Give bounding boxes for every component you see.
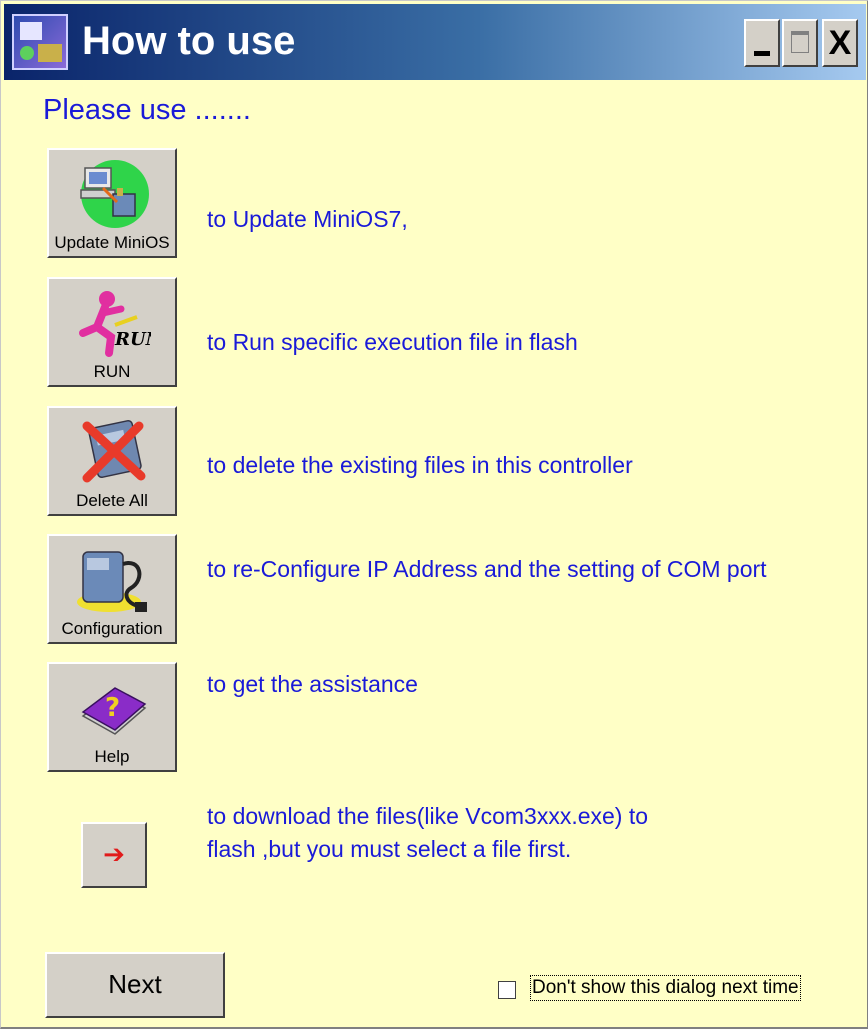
close-icon: X: [828, 24, 852, 62]
help-label: Help: [94, 747, 130, 766]
app-icon[interactable]: [12, 14, 68, 70]
help-button[interactable]: ? Help: [47, 662, 177, 772]
help-book-icon: ?: [81, 687, 147, 735]
download-description-line2: flash ,but you must select a file first.: [207, 836, 572, 862]
maximize-button[interactable]: [782, 19, 818, 67]
update-minios-description: to Update MiniOS7,: [207, 206, 408, 232]
delete-all-label: Delete All: [76, 491, 148, 510]
run-icon: RUN: [79, 291, 151, 357]
next-button[interactable]: Next: [45, 952, 225, 1018]
delete-all-icon: [82, 419, 146, 483]
download-description-line1: to download the files(like Vcom3xxx.exe)…: [207, 803, 649, 829]
download-arrow-button[interactable]: ➔: [81, 822, 147, 888]
delete-all-description: to delete the existing files in this con…: [207, 452, 633, 478]
run-button[interactable]: RUN RUN: [47, 277, 177, 387]
minimize-icon: [754, 51, 770, 56]
configuration-icon: [77, 551, 147, 612]
run-description: to Run specific execution file in flash: [207, 329, 578, 355]
maximize-icon: [791, 31, 809, 53]
window-title: How to use: [82, 19, 296, 63]
close-button[interactable]: X: [822, 19, 858, 67]
svg-text:RUN: RUN: [114, 329, 151, 350]
instructions-heading: Please use .......: [43, 94, 251, 126]
update-minios-button[interactable]: Update MiniOS: [47, 148, 177, 258]
update-minios-icon: [80, 160, 149, 228]
dont-show-label[interactable]: Don't show this dialog next time: [530, 975, 801, 1001]
title-bar[interactable]: How to use X: [4, 4, 866, 80]
configuration-label: Configuration: [61, 619, 163, 638]
help-description: to get the assistance: [207, 671, 418, 697]
configuration-button[interactable]: Configuration: [47, 534, 177, 644]
update-minios-label: Update MiniOS: [54, 233, 170, 252]
delete-all-button[interactable]: Delete All: [47, 406, 177, 516]
configuration-description: to re-Configure IP Address and the setti…: [207, 556, 767, 582]
how-to-use-dialog: How to use X Please use ....... Update M…: [0, 0, 868, 1029]
red-arrow-icon: ➔: [103, 839, 125, 869]
svg-text:?: ?: [105, 693, 120, 723]
dont-show-checkbox[interactable]: [498, 981, 516, 999]
minimize-button[interactable]: [744, 19, 780, 67]
run-label: RUN: [93, 362, 131, 381]
